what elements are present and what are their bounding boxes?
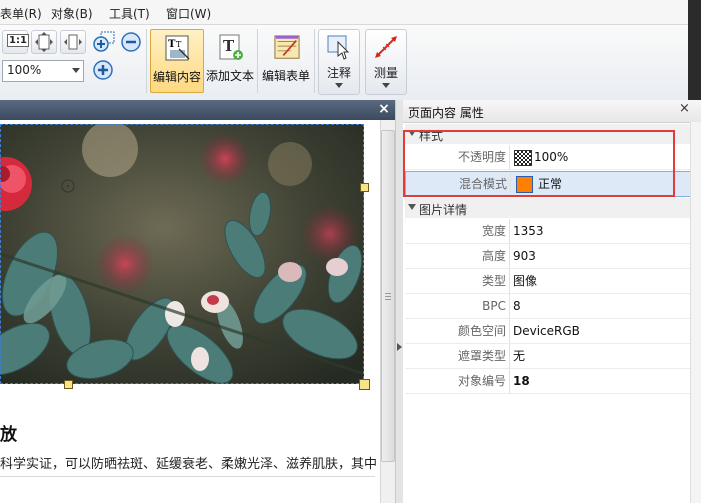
property-key: 类型 (481, 274, 506, 288)
document-tab-header (0, 100, 395, 120)
toolbar-separator (257, 29, 258, 93)
property-row-height[interactable]: 高度 903 (405, 244, 690, 269)
actual-size-label: 1:1 (7, 34, 29, 47)
plus-circle-icon (93, 60, 113, 80)
measure-label: 测量 (373, 66, 398, 80)
menu-window[interactable]: 窗口(W) (166, 5, 211, 22)
property-value: 1353 (513, 224, 544, 238)
selection-outline (0, 124, 364, 384)
category-image-details[interactable]: 图片详情 (405, 198, 690, 218)
property-value: 8 (513, 299, 521, 313)
highlight-box (403, 130, 675, 197)
toolbar-separator (314, 29, 315, 93)
property-key: 宽度 (481, 224, 506, 238)
property-value: 18 (513, 374, 530, 388)
category-image-details-label: 图片详情 (419, 203, 468, 217)
chevron-down-icon (382, 83, 390, 88)
property-row-bpc[interactable]: BPC 8 (405, 294, 690, 319)
collapse-arrow-icon[interactable] (397, 343, 402, 351)
zoom-select[interactable]: 100% (2, 60, 84, 82)
add-text-icon: T (219, 34, 243, 60)
chevron-down-icon (72, 68, 80, 73)
page-body-text: 科学实证，可以防晒祛斑、延缓衰老、柔嫩光泽、滋养肌肤，其中 (0, 457, 378, 472)
text-divider (0, 476, 375, 477)
add-text-label: 添加文本 (205, 69, 254, 83)
fit-page-button[interactable] (31, 30, 57, 54)
toolbar: 1:1 100% TT 编辑内容 T 添加文本 编辑表单 注释 测量 (0, 25, 688, 101)
property-row-mask-type[interactable]: 遮罩类型 无 (405, 344, 690, 369)
property-key: 遮罩类型 (457, 349, 506, 363)
zoom-in-icon (93, 31, 115, 52)
close-document-icon[interactable]: × (376, 101, 392, 117)
property-value: DeviceRGB (513, 324, 580, 338)
measure-icon (375, 36, 397, 58)
measure-button[interactable]: 测量 (365, 29, 407, 95)
properties-panel-header: 页面内容 属性 × (403, 100, 701, 123)
fit-page-icon (35, 32, 53, 52)
panel-scrollbar[interactable] (690, 122, 701, 503)
annotate-label: 注释 (326, 66, 351, 80)
property-row-type[interactable]: 类型 图像 (405, 269, 690, 294)
edit-content-button[interactable]: TT 编辑内容 (150, 29, 204, 93)
expand-triangle-icon[interactable] (408, 204, 416, 210)
property-value: 图像 (513, 274, 538, 288)
fit-width-icon (64, 34, 82, 50)
chevron-down-icon (335, 83, 343, 88)
edit-content-label: 编辑内容 (152, 70, 201, 84)
resize-handle-bottom[interactable] (64, 380, 73, 389)
zoom-value: 100% (7, 63, 42, 77)
menu-form[interactable]: 表单(R) (0, 5, 42, 22)
window-edge (688, 0, 701, 100)
document-scroll-thumb[interactable] (381, 130, 395, 462)
property-key: BPC (482, 299, 506, 313)
svg-text:T: T (223, 37, 235, 55)
edit-form-label: 编辑表单 (261, 69, 310, 83)
edit-content-icon: TT (165, 35, 190, 61)
properties-panel-title: 页面内容 属性 (408, 106, 484, 120)
resize-handle-right[interactable] (360, 183, 369, 192)
page-heading: 放 (0, 425, 17, 445)
marquee-zoom-button[interactable] (92, 31, 115, 53)
property-value: 无 (513, 349, 526, 363)
menu-tools[interactable]: 工具(T) (109, 5, 150, 22)
edit-form-button[interactable]: 编辑表单 (260, 29, 312, 91)
fit-width-button[interactable] (60, 30, 86, 54)
zoom-out-icon (121, 32, 141, 52)
property-value: 903 (513, 249, 536, 263)
toolbar-separator (146, 29, 147, 93)
edit-form-icon (274, 35, 300, 59)
property-key: 颜色空间 (457, 324, 506, 338)
property-key: 高度 (481, 249, 506, 263)
zoom-out-button[interactable] (120, 31, 142, 53)
annotate-button[interactable]: 注释 (318, 29, 360, 95)
annotate-icon (327, 35, 350, 60)
zoom-in-button[interactable] (92, 59, 114, 81)
menu-bar: 表单(R) 对象(B) 工具(T) 窗口(W) (0, 0, 701, 25)
resize-handle-corner[interactable] (359, 379, 370, 390)
actual-size-button[interactable]: 1:1 (2, 30, 29, 54)
property-row-object-number[interactable]: 对象编号 18 (405, 369, 690, 394)
svg-text:T: T (176, 40, 182, 49)
property-row-color-space[interactable]: 颜色空间 DeviceRGB (405, 319, 690, 344)
svg-text:T: T (168, 39, 176, 50)
menu-object[interactable]: 对象(B) (51, 5, 93, 22)
property-row-width[interactable]: 宽度 1353 (405, 219, 690, 244)
property-key: 对象编号 (457, 374, 506, 388)
add-text-button[interactable]: T 添加文本 (204, 29, 256, 91)
close-panel-icon[interactable]: × (679, 101, 690, 116)
